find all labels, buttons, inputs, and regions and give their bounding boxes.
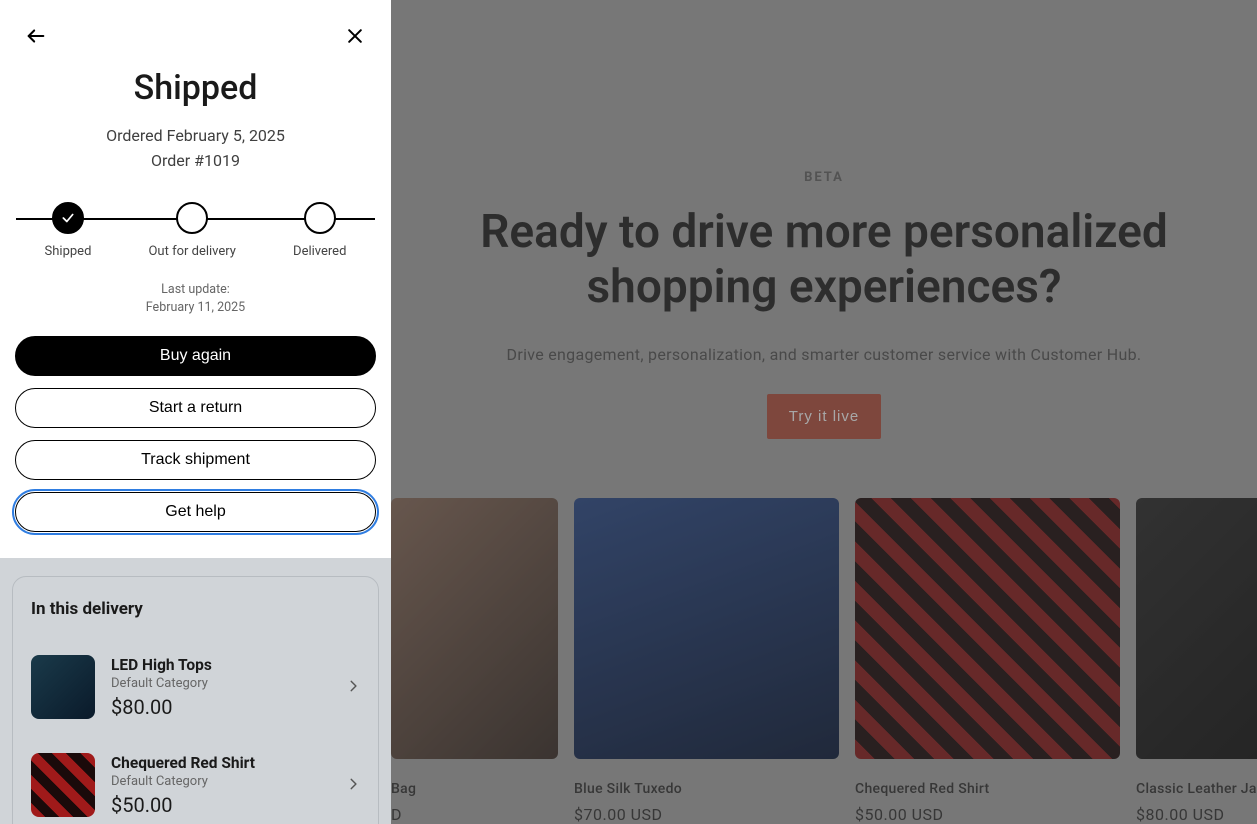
step-circle (304, 202, 336, 234)
order-number: Order #1019 (0, 149, 391, 174)
last-update: Last update: February 11, 2025 (0, 281, 391, 319)
close-button[interactable] (341, 22, 369, 50)
chevron-right-icon (346, 776, 360, 795)
step-label: Delivered (293, 244, 346, 259)
item-price: $50.00 (111, 793, 330, 817)
checkmark-icon (61, 211, 75, 225)
track-shipment-button[interactable]: Track shipment (15, 440, 376, 480)
chevron-right-icon (346, 678, 360, 697)
order-status-title: Shipped (0, 68, 391, 108)
get-help-button[interactable]: Get help (15, 492, 376, 532)
ordered-date: Ordered February 5, 2025 (0, 124, 391, 149)
order-actions: Buy again Start a return Track shipment … (0, 336, 391, 532)
tracker-step-out-for-delivery: Out for delivery (148, 202, 235, 259)
item-info: LED High Tops Default Category $80.00 (111, 656, 330, 719)
tracker-step-shipped: Shipped (45, 202, 92, 259)
step-label: Out for delivery (148, 244, 235, 259)
order-details-panel: Shipped Ordered February 5, 2025 Order #… (0, 0, 391, 824)
item-category: Default Category (111, 676, 330, 691)
close-icon (345, 26, 365, 46)
delivery-card: In this delivery LED High Tops Default C… (12, 576, 379, 824)
item-name: LED High Tops (111, 656, 330, 674)
step-circle (176, 202, 208, 234)
shipment-progress-tracker: Shipped Out for delivery Delivered (16, 202, 375, 259)
panel-header (0, 0, 391, 50)
item-info: Chequered Red Shirt Default Category $50… (111, 754, 330, 817)
delivery-item[interactable]: Chequered Red Shirt Default Category $50… (31, 743, 360, 824)
step-label: Shipped (45, 244, 92, 259)
order-meta: Ordered February 5, 2025 Order #1019 (0, 124, 391, 174)
start-return-button[interactable]: Start a return (15, 388, 376, 428)
back-arrow-icon (25, 25, 47, 47)
item-name: Chequered Red Shirt (111, 754, 330, 772)
item-thumbnail (31, 753, 95, 817)
back-button[interactable] (22, 22, 50, 50)
in-this-delivery-section: In this delivery LED High Tops Default C… (0, 558, 391, 824)
step-circle-done (52, 202, 84, 234)
buy-again-button[interactable]: Buy again (15, 336, 376, 376)
delivery-heading: In this delivery (31, 599, 360, 619)
item-category: Default Category (111, 774, 330, 789)
tracker-step-delivered: Delivered (293, 202, 346, 259)
item-thumbnail (31, 655, 95, 719)
item-price: $80.00 (111, 695, 330, 719)
delivery-item[interactable]: LED High Tops Default Category $80.00 (31, 645, 360, 729)
last-update-label: Last update: (0, 281, 391, 300)
last-update-date: February 11, 2025 (0, 299, 391, 318)
